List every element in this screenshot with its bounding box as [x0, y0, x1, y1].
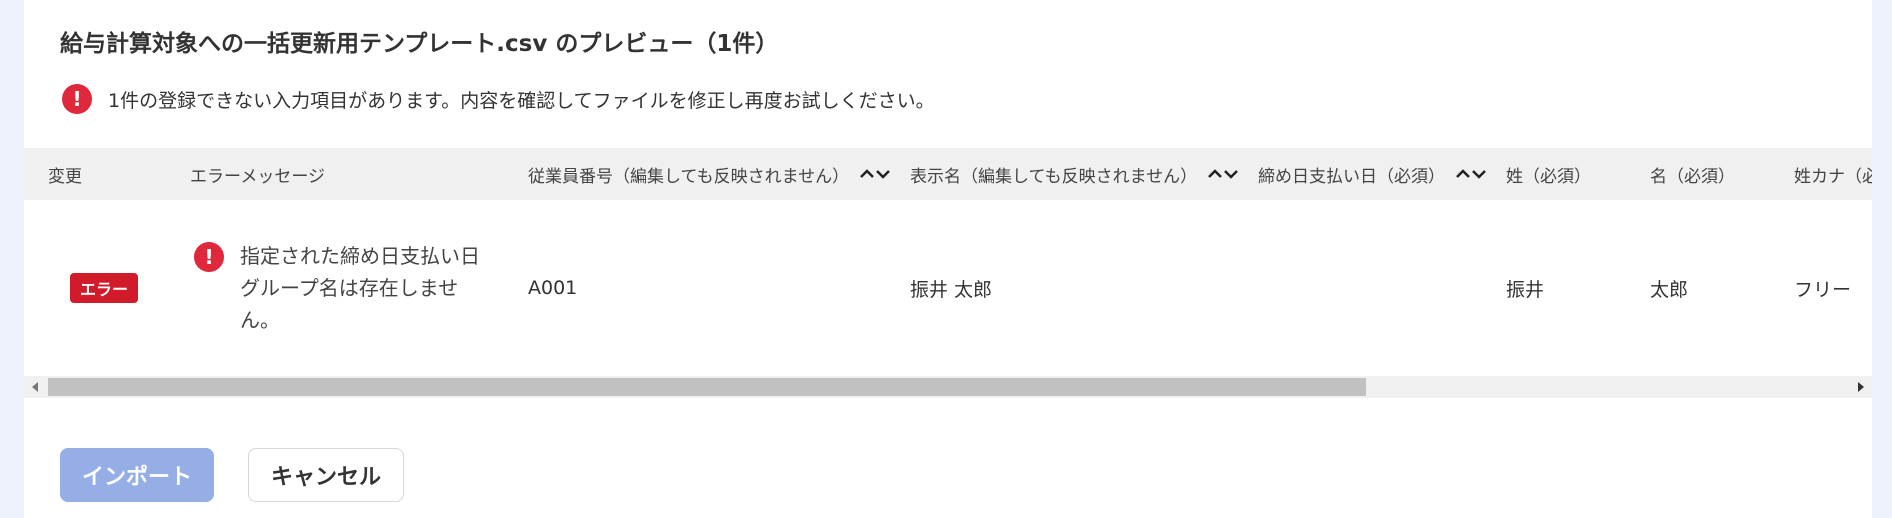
chevron-up-icon: [1456, 169, 1470, 178]
chevron-down-icon: [1224, 170, 1239, 179]
cell-display-name[interactable]: 振井 太郎: [910, 200, 992, 376]
scrollbar-thumb[interactable]: [48, 378, 1366, 396]
preview-panel: 給与計算対象への一括更新用テンプレート.csv のプレビュー（1件） ! 1件の…: [24, 0, 1872, 518]
table-header: 変更 エラーメッセージ 従業員番号（編集しても反映されません） 表示名（編集して…: [24, 148, 1872, 200]
sort-toggle-closing-payday[interactable]: [1455, 168, 1487, 180]
exclamation-icon: !: [62, 84, 92, 114]
cell-last-name[interactable]: 振井: [1506, 200, 1544, 376]
alert-message: 1件の登録できない入力項目があります。内容を確認してファイルを修正し再度お試しく…: [108, 89, 935, 112]
column-header-closing-payday: 締め日支払い日（必須）: [1258, 148, 1487, 200]
table-row: エラー ! 指定された締め日支払い日グループ名は存在しません。 A001 振井 …: [24, 200, 1872, 376]
cell-first-name[interactable]: 太郎: [1650, 200, 1688, 376]
column-header-employee-no: 従業員番号（編集しても反映されません）: [528, 148, 891, 200]
sort-toggle-display-name[interactable]: [1207, 168, 1239, 180]
cell-employee-no[interactable]: A001: [528, 200, 577, 376]
cancel-button[interactable]: キャンセル: [248, 448, 404, 502]
import-button[interactable]: インポート: [60, 448, 214, 502]
column-header-change: 変更: [48, 166, 82, 187]
error-alert: ! 1件の登録できない入力項目があります。内容を確認してファイルを修正し再度お試…: [62, 82, 935, 116]
error-status-badge: エラー: [70, 273, 139, 303]
scroll-right-arrow-icon[interactable]: [1850, 376, 1872, 398]
chevron-up-icon: [860, 169, 875, 178]
horizontal-scrollbar[interactable]: [24, 376, 1872, 398]
column-header-last-name-kana: 姓カナ（必: [1794, 166, 1872, 187]
error-message-text: 指定された締め日支払い日グループ名は存在しません。: [240, 244, 480, 332]
column-header-first-name: 名（必須）: [1650, 166, 1735, 187]
column-header-last-name: 姓（必須）: [1506, 166, 1591, 187]
chevron-up-icon: [1208, 169, 1223, 178]
page-title: 給与計算対象への一括更新用テンプレート.csv のプレビュー（1件）: [60, 31, 779, 57]
column-header-error-message: エラーメッセージ: [190, 166, 325, 187]
chevron-down-icon: [876, 170, 891, 179]
cell-error-message: ! 指定された締め日支払い日グループ名は存在しません。: [194, 200, 496, 376]
scroll-left-arrow-icon[interactable]: [24, 376, 46, 398]
chevron-down-icon: [1472, 170, 1486, 179]
column-header-display-name: 表示名（編集しても反映されません）: [910, 148, 1239, 200]
cell-status: エラー: [70, 200, 139, 376]
sort-toggle-employee-no[interactable]: [859, 168, 891, 180]
exclamation-icon: !: [194, 242, 224, 272]
cell-last-name-kana[interactable]: フリー: [1794, 200, 1872, 376]
